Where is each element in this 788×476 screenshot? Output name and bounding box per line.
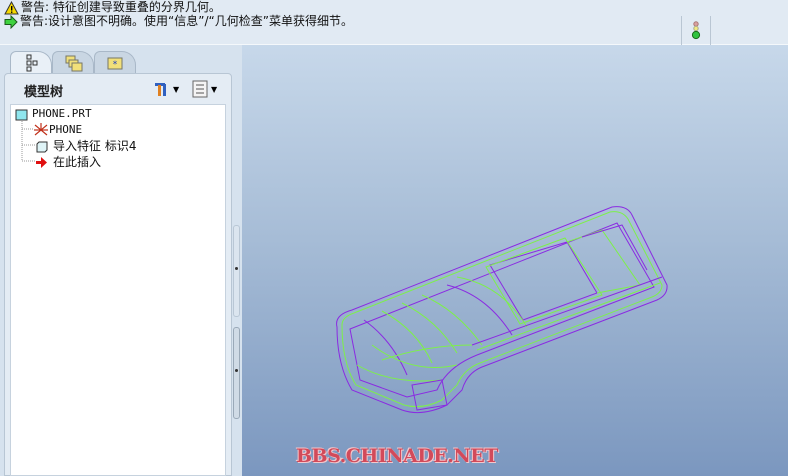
list-icon — [192, 80, 208, 98]
insert-here-arrow-icon — [36, 156, 47, 168]
panel-sash[interactable] — [232, 225, 241, 421]
sash-expand-handle[interactable] — [233, 327, 240, 419]
part-icon — [15, 109, 28, 120]
chevron-down-icon: ▼ — [211, 84, 218, 94]
tree-item-insert-here[interactable]: 在此插入 — [35, 154, 101, 170]
svg-text:*: * — [113, 60, 118, 70]
message-line: 警告:设计意图不明确。使用“信息”/“几何检查”菜单获得细节。 — [4, 14, 353, 29]
csys-icon — [34, 123, 48, 136]
model-tree: PHONE.PRT PHONE 导入特征 标识4 在此插入 — [10, 104, 226, 476]
message-line: 警告: 特征创建导致重叠的分界几何。 — [4, 0, 221, 15]
tree-item-import-feature[interactable]: 导入特征 标识4 — [35, 138, 136, 154]
tree-item-csys[interactable]: PHONE — [33, 122, 82, 138]
traffic-light-icon — [691, 21, 701, 40]
favorites-folder-icon: * — [107, 57, 123, 70]
graphics-viewport[interactable]: BBS.CHINADE.NET — [242, 45, 788, 476]
tab-model-tree[interactable] — [10, 51, 52, 74]
tab-folder-browser[interactable] — [52, 51, 94, 73]
status-light[interactable] — [681, 16, 711, 45]
tree-item-part[interactable]: PHONE.PRT — [15, 106, 92, 122]
folders-icon — [65, 55, 83, 72]
message-text: 警告:设计意图不明确。使用“信息”/“几何检查”菜单获得细节。 — [20, 14, 353, 28]
show-dropdown[interactable]: ▼ — [192, 80, 217, 98]
tab-favorites[interactable]: * — [94, 51, 136, 73]
warning-icon — [4, 0, 19, 14]
model-tree-icon — [26, 54, 38, 72]
navigator-panel: * 模型树 ▼ ▼ PHONE.PRT PHONE 导入特征 标识4 在此插入 — [0, 45, 242, 476]
arrow-right-icon — [4, 14, 18, 29]
chevron-down-icon: ▼ — [173, 84, 180, 94]
message-text: 警告: 特征创建导致重叠的分界几何。 — [21, 0, 221, 14]
import-feature-icon — [36, 141, 48, 152]
tools-icon — [155, 83, 166, 96]
sash-collapse-handle[interactable] — [233, 225, 240, 317]
settings-dropdown[interactable]: ▼ — [153, 80, 179, 98]
phone-wireframe-model — [336, 206, 668, 414]
watermark: BBS.CHINADE.NET — [296, 445, 498, 467]
message-area: 警告: 特征创建导致重叠的分界几何。 警告:设计意图不明确。使用“信息”/“几何… — [0, 0, 788, 45]
model-tree-title: 模型树 — [24, 85, 64, 100]
